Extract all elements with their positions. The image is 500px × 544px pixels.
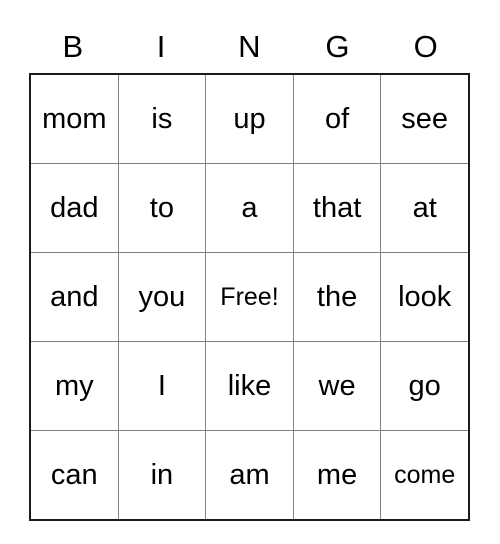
bingo-header-row: B I N G O (29, 19, 470, 73)
bingo-row: my I like we go (31, 341, 468, 430)
bingo-cell-o4[interactable]: go (380, 342, 468, 430)
bingo-cell-label: look (398, 280, 452, 313)
bingo-cell-label: to (149, 191, 174, 224)
bingo-cell-label: a (241, 191, 258, 224)
bingo-cell-i2[interactable]: to (117, 164, 206, 252)
bingo-cell-n4[interactable]: like (205, 342, 293, 430)
bingo-header-g: G (325, 28, 351, 64)
bingo-row: dad to a that at (31, 163, 468, 252)
bingo-cell-b1[interactable]: mom (31, 75, 118, 163)
bingo-cell-label: you (138, 280, 186, 313)
bingo-cell-b4[interactable]: my (31, 342, 118, 430)
bingo-card: B I N G O mom is up of see dad to a that… (29, 19, 470, 521)
bingo-cell-o5[interactable]: come (380, 431, 468, 519)
bingo-cell-label: at (412, 191, 437, 224)
bingo-cell-o3[interactable]: look (380, 253, 468, 341)
bingo-cell-b3[interactable]: and (31, 253, 118, 341)
bingo-cell-g4[interactable]: we (292, 342, 381, 430)
bingo-cell-g2[interactable]: that (292, 164, 381, 252)
bingo-cell-label: am (229, 458, 270, 491)
bingo-cell-label: my (54, 369, 94, 402)
bingo-cell-label: I (157, 369, 166, 402)
bingo-cell-label: in (150, 458, 174, 491)
bingo-row: and you Free! the look (31, 252, 468, 341)
bingo-header-i: I (156, 28, 166, 64)
bingo-cell-label: come (394, 460, 456, 489)
free-space-label: Free! (220, 282, 279, 311)
bingo-cell-label: go (408, 369, 441, 402)
bingo-header-n: N (238, 28, 261, 64)
bingo-grid: mom is up of see dad to a that at and yo… (29, 73, 470, 521)
bingo-cell-b5[interactable]: can (31, 431, 118, 519)
bingo-cell-g3[interactable]: the (292, 253, 381, 341)
bingo-cell-i4[interactable]: I (117, 342, 206, 430)
bingo-cell-o2[interactable]: at (380, 164, 468, 252)
bingo-cell-g5[interactable]: me (292, 431, 381, 519)
bingo-cell-label: up (233, 102, 266, 135)
bingo-cell-b2[interactable]: dad (31, 164, 118, 252)
bingo-cell-i5[interactable]: in (117, 431, 206, 519)
bingo-cell-o1[interactable]: see (380, 75, 468, 163)
bingo-cell-n1[interactable]: up (205, 75, 293, 163)
bingo-cell-g1[interactable]: of (292, 75, 381, 163)
bingo-cell-label: can (50, 458, 98, 491)
bingo-cell-i3[interactable]: you (117, 253, 206, 341)
bingo-cell-i1[interactable]: is (117, 75, 206, 163)
bingo-cell-label: is (151, 102, 173, 135)
bingo-cell-label: the (316, 280, 358, 313)
bingo-cell-n5[interactable]: am (205, 431, 293, 519)
bingo-header-b: B (62, 28, 84, 64)
bingo-cell-label: we (318, 369, 356, 402)
bingo-row: can in am me come (31, 430, 468, 519)
bingo-cell-label: and (50, 280, 99, 313)
bingo-cell-label: like (227, 369, 272, 402)
bingo-cell-label: that (312, 191, 362, 224)
bingo-cell-label: mom (42, 102, 107, 135)
bingo-row: mom is up of see (31, 75, 468, 163)
bingo-cell-label: dad (50, 191, 99, 224)
bingo-header-o: O (413, 28, 439, 64)
bingo-cell-free-space[interactable]: Free! (205, 253, 293, 341)
bingo-cell-label: of (324, 102, 350, 135)
bingo-cell-label: me (316, 458, 358, 491)
bingo-cell-label: see (401, 102, 449, 135)
bingo-cell-n2[interactable]: a (205, 164, 293, 252)
